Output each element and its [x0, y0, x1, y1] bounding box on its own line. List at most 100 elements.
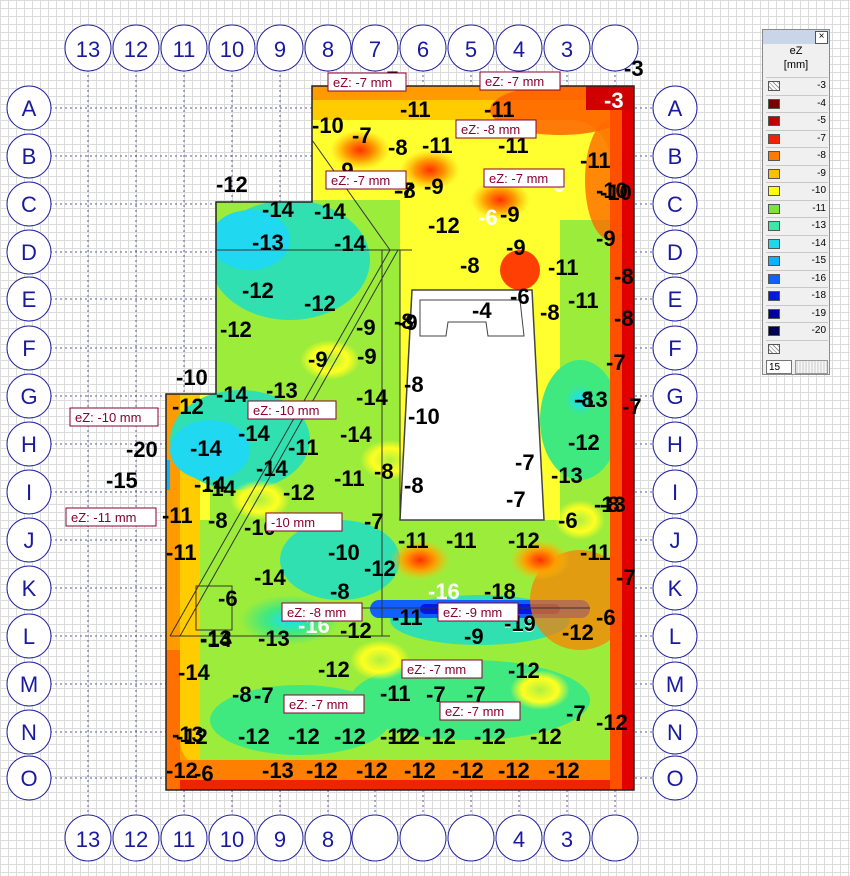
value-label: -12	[283, 480, 315, 505]
axis-label-row: H	[667, 432, 683, 457]
axis-label-col: 6	[417, 37, 429, 62]
legend-row: -16	[766, 269, 828, 288]
legend-color-swatch	[768, 238, 780, 249]
legend-panel[interactable]: × eZ [mm] -3 -4 -5 -7 -8 -9 -10 -11 -13 -14 -15 -16…	[762, 29, 830, 375]
legend-row: -18	[766, 287, 828, 305]
value-label: -8	[460, 253, 480, 278]
value-label: -14	[254, 565, 287, 590]
value-label: -12	[568, 430, 600, 455]
value-label: -8	[404, 473, 424, 498]
axis-label-row: M	[20, 672, 38, 697]
value-label: -12	[474, 724, 506, 749]
value-label: -12	[508, 528, 540, 553]
legend-scale: -3 -4 -5 -7 -8 -9 -10 -11 -13 -14 -15 -16 -18 -19 -20	[766, 77, 828, 357]
value-label: -8	[614, 306, 634, 331]
axis-label-col: 11	[173, 827, 196, 852]
tag-label: eZ: -7 mm	[333, 75, 392, 90]
legend-color-swatch	[768, 308, 780, 319]
legend-step-input[interactable]: 15	[766, 360, 792, 374]
value-label: -7	[506, 487, 526, 512]
value-label: -8	[540, 300, 560, 325]
tag-label: eZ: -7 mm	[445, 704, 504, 719]
value-label: -12	[334, 724, 366, 749]
tag-label: eZ: -9 mm	[443, 605, 502, 620]
value-label: -14	[334, 231, 367, 256]
value-label: -7	[352, 123, 372, 148]
tag-label: -10 mm	[271, 515, 315, 530]
value-label: -13	[252, 230, 284, 255]
value-label: -14	[262, 197, 295, 222]
value-label: -11	[162, 503, 193, 528]
value-label: -12	[340, 618, 372, 643]
legend-value: -8	[817, 150, 826, 161]
value-label: -8	[208, 508, 228, 533]
value-label: -9	[356, 315, 376, 340]
legend-value: -5	[817, 115, 826, 126]
value-label: -12	[216, 172, 248, 197]
value-label: -15	[106, 468, 138, 493]
axis-label-row: G	[20, 384, 37, 409]
value-label: -7	[566, 701, 586, 726]
axis-label-row: K	[22, 576, 37, 601]
value-label: -11	[580, 148, 611, 173]
legend-value: -15	[811, 255, 826, 266]
tag-label: eZ: -7 mm	[331, 173, 390, 188]
value-label: -13	[262, 758, 294, 783]
legend-value: -16	[811, 272, 826, 284]
value-label: -11	[446, 528, 477, 553]
legend-color-swatch	[768, 221, 780, 231]
value-label: -14	[340, 422, 373, 447]
value-label: -6	[218, 586, 238, 611]
value-label: -11	[288, 435, 319, 460]
value-label: -14	[256, 456, 289, 481]
tag-label: eZ: -10 mm	[253, 403, 319, 418]
value-label: -11	[392, 605, 423, 630]
value-label: -11	[568, 288, 599, 313]
value-label: -11	[166, 540, 197, 565]
value-label: -16	[428, 579, 460, 604]
value-label: -11	[334, 466, 365, 491]
row-axis-right: A B C D E F G H I J K L M N O	[652, 85, 698, 801]
value-label: -9	[596, 226, 616, 251]
legend-value: -18	[811, 290, 826, 301]
axis-label-col: 11	[173, 37, 196, 62]
value-label: -13	[200, 626, 232, 651]
value-label: -12	[356, 758, 388, 783]
legend-value: -7	[817, 132, 826, 144]
tag-label: eZ: -7 mm	[407, 662, 466, 677]
legend-row: -5	[766, 112, 828, 130]
value-label: -14	[194, 472, 227, 497]
value-label: -12	[530, 724, 562, 749]
value-label: -14	[216, 382, 249, 407]
tag-label: eZ: -7 mm	[485, 74, 544, 89]
legend-row: -15	[766, 252, 828, 270]
value-label: -20	[126, 437, 158, 462]
legend-value: -13	[811, 220, 826, 231]
axis-label-row: F	[22, 336, 35, 361]
axis-label-row: D	[21, 240, 37, 265]
axis-label-row: F	[668, 336, 681, 361]
axis-label-row: B	[22, 144, 37, 169]
axis-label-col: 5	[465, 37, 477, 62]
legend-color-swatch	[768, 116, 780, 126]
value-label: -11	[484, 97, 515, 122]
tag-label: eZ: -8 mm	[461, 122, 520, 137]
close-icon[interactable]: ×	[815, 31, 828, 44]
value-label: -14	[178, 660, 211, 685]
value-label: -8	[232, 682, 252, 707]
value-label: -12	[176, 724, 208, 749]
axis-label-col: 3	[561, 37, 573, 62]
value-label: -11	[398, 528, 429, 553]
value-label: -12	[428, 213, 460, 238]
axis-label-row: J	[24, 528, 35, 553]
axis-label-col: 8	[322, 827, 334, 852]
value-label: -7	[616, 565, 636, 590]
value-label: -9	[500, 202, 520, 227]
legend-title: eZ	[789, 45, 803, 57]
legend-scrollbar[interactable]	[795, 360, 828, 374]
column-axis-bottom: 13 12 11 10 9 8 4 3	[64, 814, 639, 862]
legend-value: -4	[817, 97, 826, 109]
legend-value: -3	[817, 80, 826, 91]
axis-label-row: C	[667, 192, 683, 217]
legend-value: -9	[817, 167, 826, 179]
